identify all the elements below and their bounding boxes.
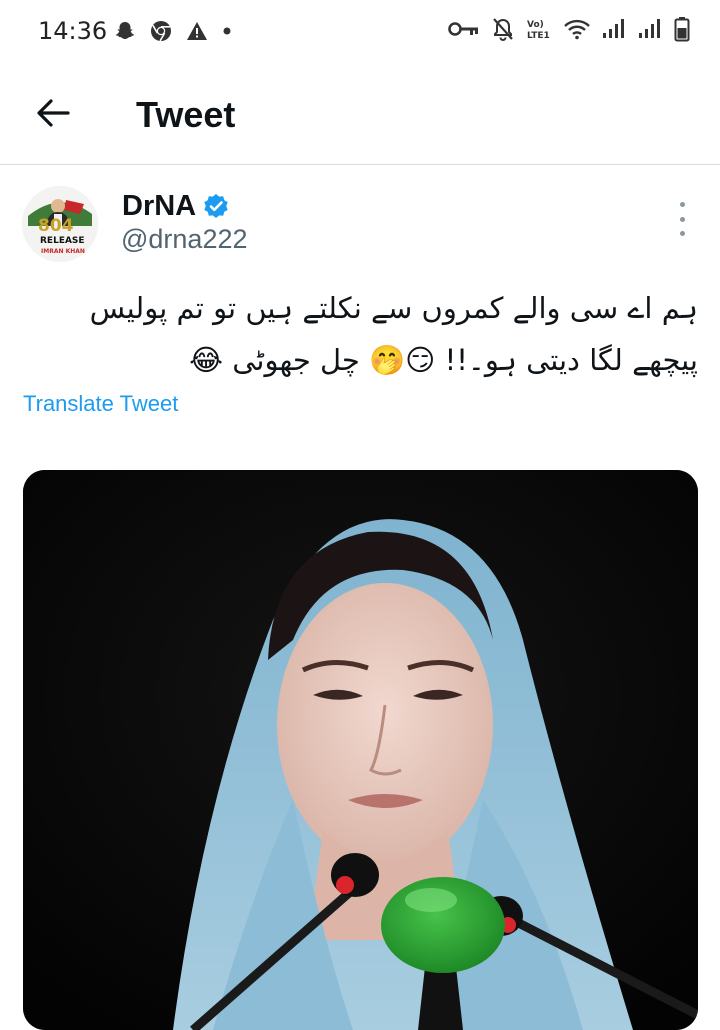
tweet-text-line-2: پیچھے لگا دیتی ہو۔!! 😏🤭 چل جھوٹی 😂 (189, 343, 698, 377)
battery-icon (674, 16, 690, 42)
author-handle[interactable]: @drna222 (121, 224, 248, 255)
top-app-bar: Tweet (0, 70, 720, 164)
chrome-icon (150, 18, 172, 44)
tweet-media-photo[interactable] (23, 470, 698, 1030)
mute-icon (492, 16, 514, 42)
snapchat-icon (114, 18, 136, 44)
svg-text:LTE1: LTE1 (527, 31, 550, 41)
tweet-text-line-1: ہم اے سی والے کمروں سے نکلتے ہیں تو تم پ… (89, 291, 698, 325)
avatar-text-release: RELEASE (40, 236, 85, 246)
svg-text:Vo): Vo) (527, 20, 544, 30)
back-button[interactable] (30, 92, 76, 138)
author-name[interactable]: DrNA (122, 190, 196, 223)
avatar-text-imran: IMRAN KHAN (41, 248, 85, 255)
status-time: 14:36 (38, 17, 108, 45)
tweet-text: ہم اے سی والے کمروں سے نکلتے ہیں تو تم پ… (22, 282, 698, 386)
dot-icon (222, 18, 232, 44)
key-icon (448, 16, 480, 42)
page-title: Tweet (136, 94, 236, 135)
avatar[interactable]: 804 RELEASE IMRAN KHAN (22, 186, 98, 262)
avatar-text-804: 804 (38, 216, 74, 236)
status-left-icons (114, 18, 232, 44)
header-divider (0, 164, 720, 165)
photo-woman-at-podium (23, 470, 698, 1030)
volte-icon: Vo) LTE1 (526, 16, 552, 42)
wifi-icon (564, 16, 590, 42)
signal-icon (602, 16, 626, 42)
more-options-icon[interactable] (670, 202, 694, 236)
arrow-left-icon (36, 98, 70, 133)
status-bar: 14:36 Vo) LTE1 (0, 0, 720, 62)
status-right-icons: Vo) LTE1 (448, 16, 690, 42)
translate-tweet-link[interactable]: Translate Tweet (23, 391, 178, 417)
signal-icon (638, 16, 662, 42)
verified-badge-icon (203, 193, 229, 219)
warning-icon (186, 18, 208, 44)
